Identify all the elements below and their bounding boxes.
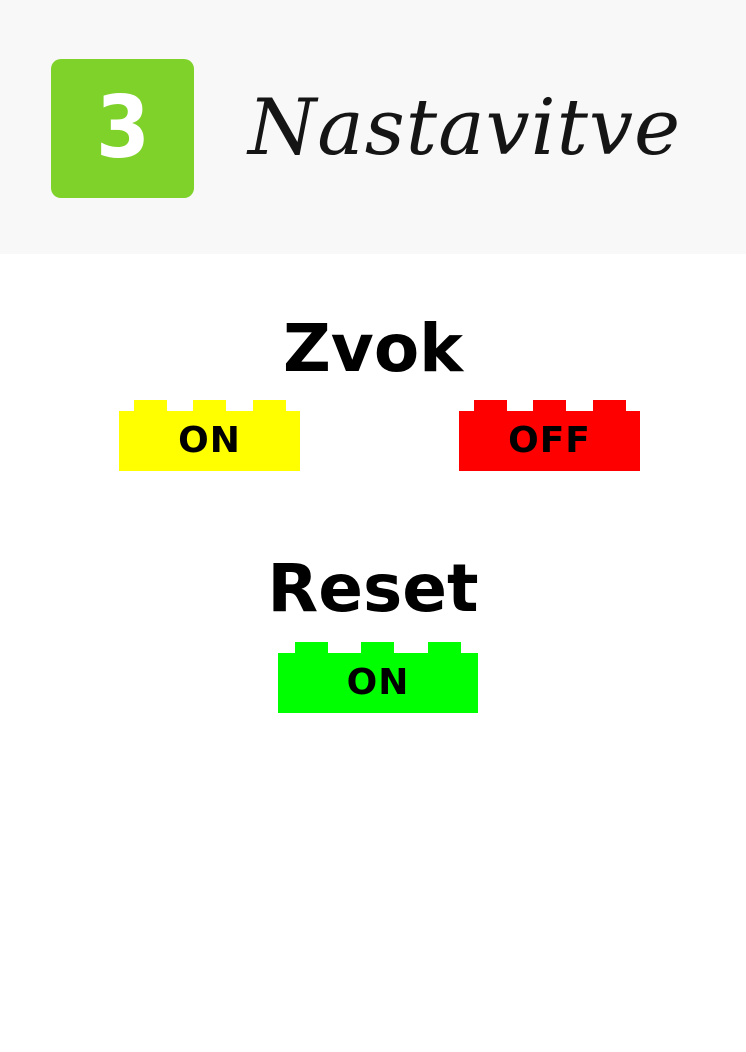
sound-on-button[interactable]: ON: [119, 400, 300, 471]
reset-on-label: ON: [346, 662, 410, 703]
page-title: Nastavitve: [248, 83, 682, 173]
sound-section-title: Zvok: [282, 310, 464, 387]
header-bar: 3 Nastavitve: [0, 0, 746, 254]
brick-body: OFF: [459, 411, 640, 471]
brick-body: ON: [278, 653, 478, 713]
reset-section-title: Reset: [267, 550, 479, 627]
sound-off-label: OFF: [508, 420, 591, 461]
step-number: 3: [95, 77, 150, 178]
sound-off-button[interactable]: OFF: [459, 400, 640, 471]
reset-on-button[interactable]: ON: [278, 642, 478, 713]
sound-on-label: ON: [178, 420, 241, 461]
step-badge: 3: [51, 59, 194, 198]
brick-body: ON: [119, 411, 300, 471]
